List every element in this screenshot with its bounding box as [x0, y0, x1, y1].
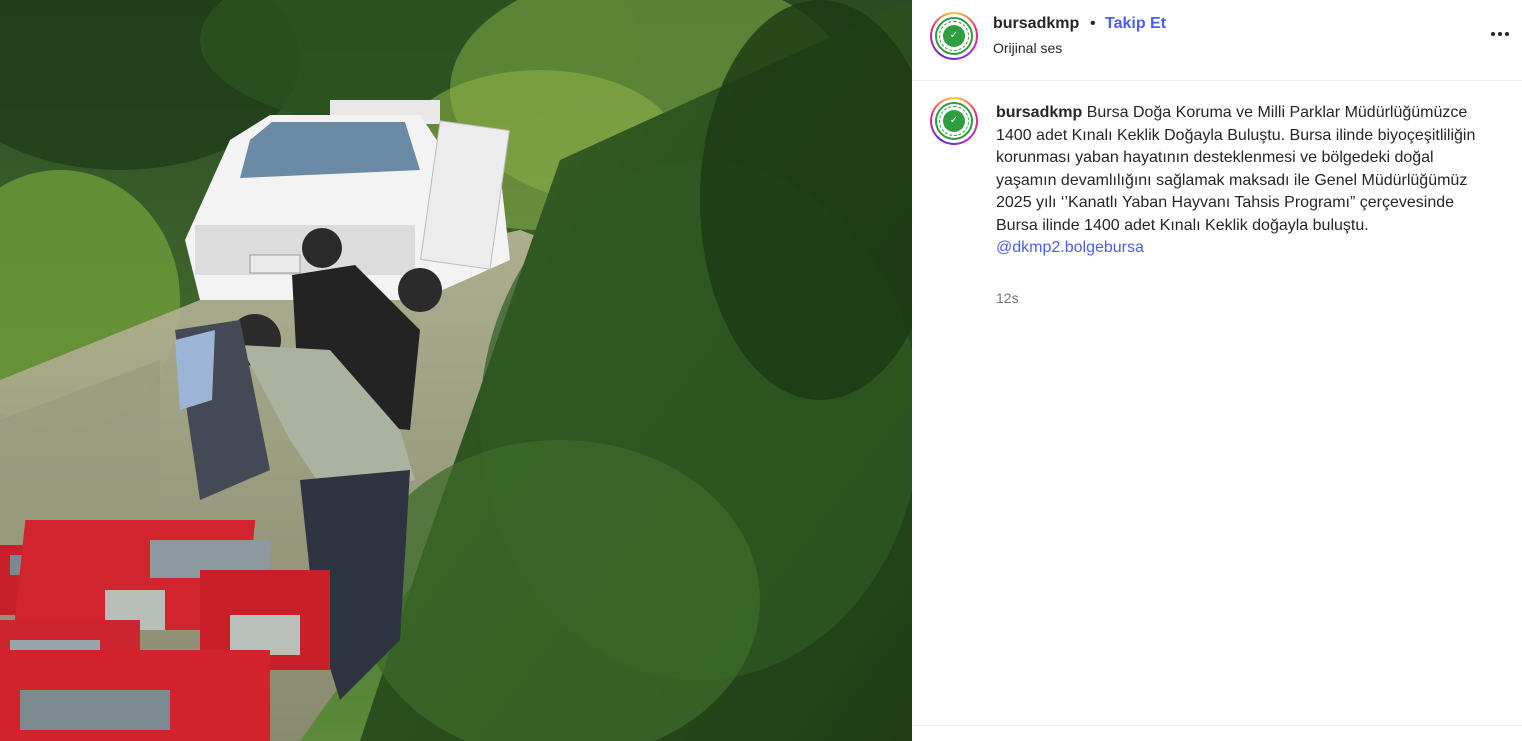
- video-frame: [0, 0, 912, 741]
- dkmp-logo-icon: ✓: [935, 102, 973, 140]
- separator-dot: •: [1090, 15, 1096, 32]
- follow-button[interactable]: Takip Et: [1105, 15, 1166, 33]
- audio-label[interactable]: Orijinal ses: [993, 40, 1062, 56]
- caption-text: Bursa Doğa Koruma ve Milli Parklar Müdür…: [996, 104, 1476, 234]
- profile-avatar[interactable]: ✓: [930, 12, 978, 60]
- more-options-icon[interactable]: [1488, 22, 1512, 46]
- divider: [912, 725, 1522, 726]
- post-username[interactable]: bursadkmp: [993, 15, 1079, 33]
- mention-link[interactable]: @dkmp2.bolgebursa: [996, 237, 1496, 260]
- caption-username[interactable]: bursadkmp: [996, 104, 1082, 121]
- post-video[interactable]: [0, 0, 912, 741]
- post-timestamp[interactable]: 12s: [996, 290, 1019, 306]
- dkmp-logo-icon: ✓: [935, 17, 973, 55]
- post-caption: bursadkmp Bursa Doğa Koruma ve Milli Par…: [996, 102, 1496, 260]
- caption-avatar[interactable]: ✓: [930, 97, 978, 145]
- post-details-panel: ✓ bursadkmp • Takip Et Orijinal ses ✓ bu…: [912, 0, 1522, 741]
- post-header: ✓ bursadkmp • Takip Et Orijinal ses: [912, 0, 1522, 81]
